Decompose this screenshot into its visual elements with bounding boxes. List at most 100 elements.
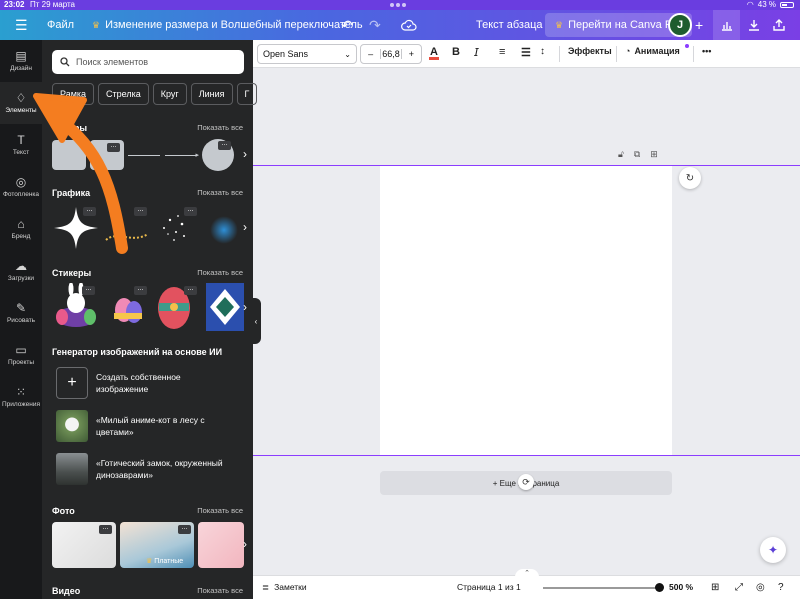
fullscreen-icon[interactable]: ⤢ (735, 582, 743, 593)
more-icon[interactable]: ... (134, 206, 147, 216)
more-icon[interactable]: ... (99, 524, 112, 534)
menu-icon[interactable]: ☰ (15, 10, 28, 40)
file-menu[interactable]: Файл (47, 10, 74, 40)
more-icon[interactable]: ... (83, 206, 96, 216)
font-select[interactable]: Open Sans ⌄ (257, 44, 357, 64)
rail-item-projects[interactable]: ▭ Проекты (0, 334, 42, 376)
chip-frame[interactable]: Рамка (52, 83, 95, 105)
chip-line[interactable]: Линия (190, 83, 233, 105)
shape-line[interactable] (128, 155, 160, 156)
font-size-value[interactable]: 66,8 (381, 49, 400, 59)
footer-bar: ⌃ ≣ Заметки Страница 1 из 1 500 % ⊞ ⤢ ◎ … (253, 569, 800, 599)
align-center-icon[interactable]: ≡ (499, 46, 505, 58)
notes-button[interactable]: ≣ Заметки (262, 582, 307, 593)
elements-panel: Поиск элементов Рамка Стрелка Круг Линия… (42, 40, 258, 599)
photo-thumbnail[interactable] (198, 522, 244, 568)
animation-button[interactable]: ◔ Анимация (625, 44, 689, 56)
check-icon[interactable]: ◎ (756, 582, 765, 593)
design-page[interactable] (380, 166, 672, 455)
show-all-video[interactable]: Показать все (197, 586, 243, 595)
plus-icon: + (56, 367, 88, 399)
list-icon[interactable]: ☰ (521, 46, 531, 59)
more-icon[interactable]: ... (82, 285, 95, 295)
doc-title[interactable]: ♛ Изменение размера и Волшебный переключ… (92, 10, 363, 40)
more-icon[interactable]: ... (178, 524, 191, 534)
rail-item-text[interactable]: T Текст (0, 124, 42, 166)
chevron-right-icon[interactable]: › (243, 147, 247, 161)
rail-item-camera-roll[interactable]: ◎ Фотопленка (0, 166, 42, 208)
insights-button[interactable] (713, 10, 740, 40)
search-input[interactable]: Поиск элементов (52, 50, 244, 74)
blue-glow-graphic[interactable] (210, 216, 238, 244)
chip-arrow[interactable]: Стрелка (98, 83, 149, 105)
more-icon[interactable]: ... (184, 285, 197, 295)
grid-view-icon[interactable]: ⊞ (711, 582, 719, 593)
italic-icon[interactable]: 𝘐 (474, 46, 479, 59)
download-button[interactable] (748, 10, 760, 40)
crown-icon: ♛ (146, 558, 153, 565)
camera-roll-icon: ◎ (15, 175, 27, 189)
status-time: 23:02 (4, 0, 25, 9)
refresh-button[interactable]: ↻ (679, 167, 701, 189)
avatar[interactable]: J (668, 13, 692, 37)
show-all-photos[interactable]: Показать все (197, 506, 243, 515)
cloud-save-icon[interactable] (401, 10, 417, 40)
bold-button[interactable]: B (452, 46, 460, 58)
draw-icon: ✎ (15, 301, 27, 315)
more-icon[interactable]: ... (218, 140, 231, 150)
geometric-sticker[interactable] (206, 283, 244, 331)
collapse-panel-button[interactable]: ‹ (251, 298, 261, 344)
doc-title-text: Изменение размера и Волшебный переключат… (105, 19, 363, 31)
add-page-icon[interactable]: ⊞ (650, 149, 658, 160)
zoom-slider-handle[interactable] (655, 583, 664, 592)
ai-suggestion-anime-cat[interactable]: «Милый аниме-кот в лесу с цветами» (56, 410, 205, 442)
chevron-right-icon[interactable]: › (243, 300, 247, 314)
decrease-size-button[interactable]: – (361, 49, 382, 59)
zoom-slider[interactable] (543, 587, 660, 589)
rail-item-elements[interactable]: ♢ Элементы (0, 82, 42, 124)
more-icon[interactable]: ... (134, 285, 147, 295)
duplicate-icon[interactable]: ⧉ (634, 149, 640, 160)
add-collaborator-button[interactable]: + (695, 10, 703, 40)
show-all-shapes[interactable]: Показать все (197, 123, 243, 132)
text-style-label[interactable]: Текст абзаца (476, 10, 543, 40)
text-color-button[interactable]: A (429, 46, 439, 60)
show-all-stickers[interactable]: Показать все (197, 268, 243, 277)
help-icon[interactable]: ? (778, 582, 784, 593)
gold-swirl-graphic[interactable] (102, 210, 152, 250)
rail-item-draw[interactable]: ✎ Рисовать (0, 292, 42, 334)
more-icon[interactable]: ... (107, 142, 120, 152)
rotate-icon[interactable]: ⟳ (518, 474, 534, 490)
more-icon[interactable]: ... (184, 206, 197, 216)
page-indicator[interactable]: Страница 1 из 1 (457, 582, 521, 592)
increase-size-button[interactable]: + (400, 49, 421, 59)
zoom-value[interactable]: 500 % (669, 582, 693, 592)
chevron-up-icon[interactable]: ⌃ (515, 569, 539, 577)
shape-arrow-line[interactable]: ▸ (165, 152, 199, 159)
ai-item-text: динозаврами» (96, 470, 153, 480)
magic-assistant-button[interactable]: ✦ (760, 537, 786, 563)
rail-item-uploads[interactable]: ☁ Загрузки (0, 250, 42, 292)
multitask-dots[interactable] (390, 3, 410, 7)
rail-item-brand[interactable]: ⌂ Бренд (0, 208, 42, 250)
rail-item-design[interactable]: ▤ Дизайн (0, 40, 42, 82)
spacing-icon[interactable]: ↕ (540, 46, 545, 57)
ai-item-text: «Готический замок, окруженный (96, 458, 223, 468)
chip-more[interactable]: Г (236, 83, 258, 105)
ai-create-own[interactable]: + Создать собственное изображение (56, 367, 181, 399)
ai-suggestion-gothic-castle[interactable]: «Готический замок, окруженный динозаврами… (56, 453, 223, 485)
undo-button[interactable]: ↶ (341, 10, 353, 40)
lock-icon[interactable]: 🔓︎ (618, 149, 624, 160)
chevron-right-icon[interactable]: › (243, 220, 247, 234)
font-size-stepper[interactable]: – 66,8 + (360, 44, 422, 64)
chip-circle[interactable]: Круг (152, 83, 187, 105)
redo-button[interactable]: ↷ (369, 10, 381, 40)
more-options-button[interactable]: ••• (702, 46, 711, 56)
effects-button[interactable]: Эффекты (568, 46, 612, 56)
rail-item-apps[interactable]: ⁙ Приложения (0, 376, 42, 418)
chevron-right-icon[interactable]: › (243, 537, 247, 551)
shape-square[interactable] (52, 140, 86, 170)
show-all-graphics[interactable]: Показать все (197, 188, 243, 197)
share-button[interactable] (773, 10, 785, 40)
wifi-icon: ◠ (746, 0, 754, 9)
